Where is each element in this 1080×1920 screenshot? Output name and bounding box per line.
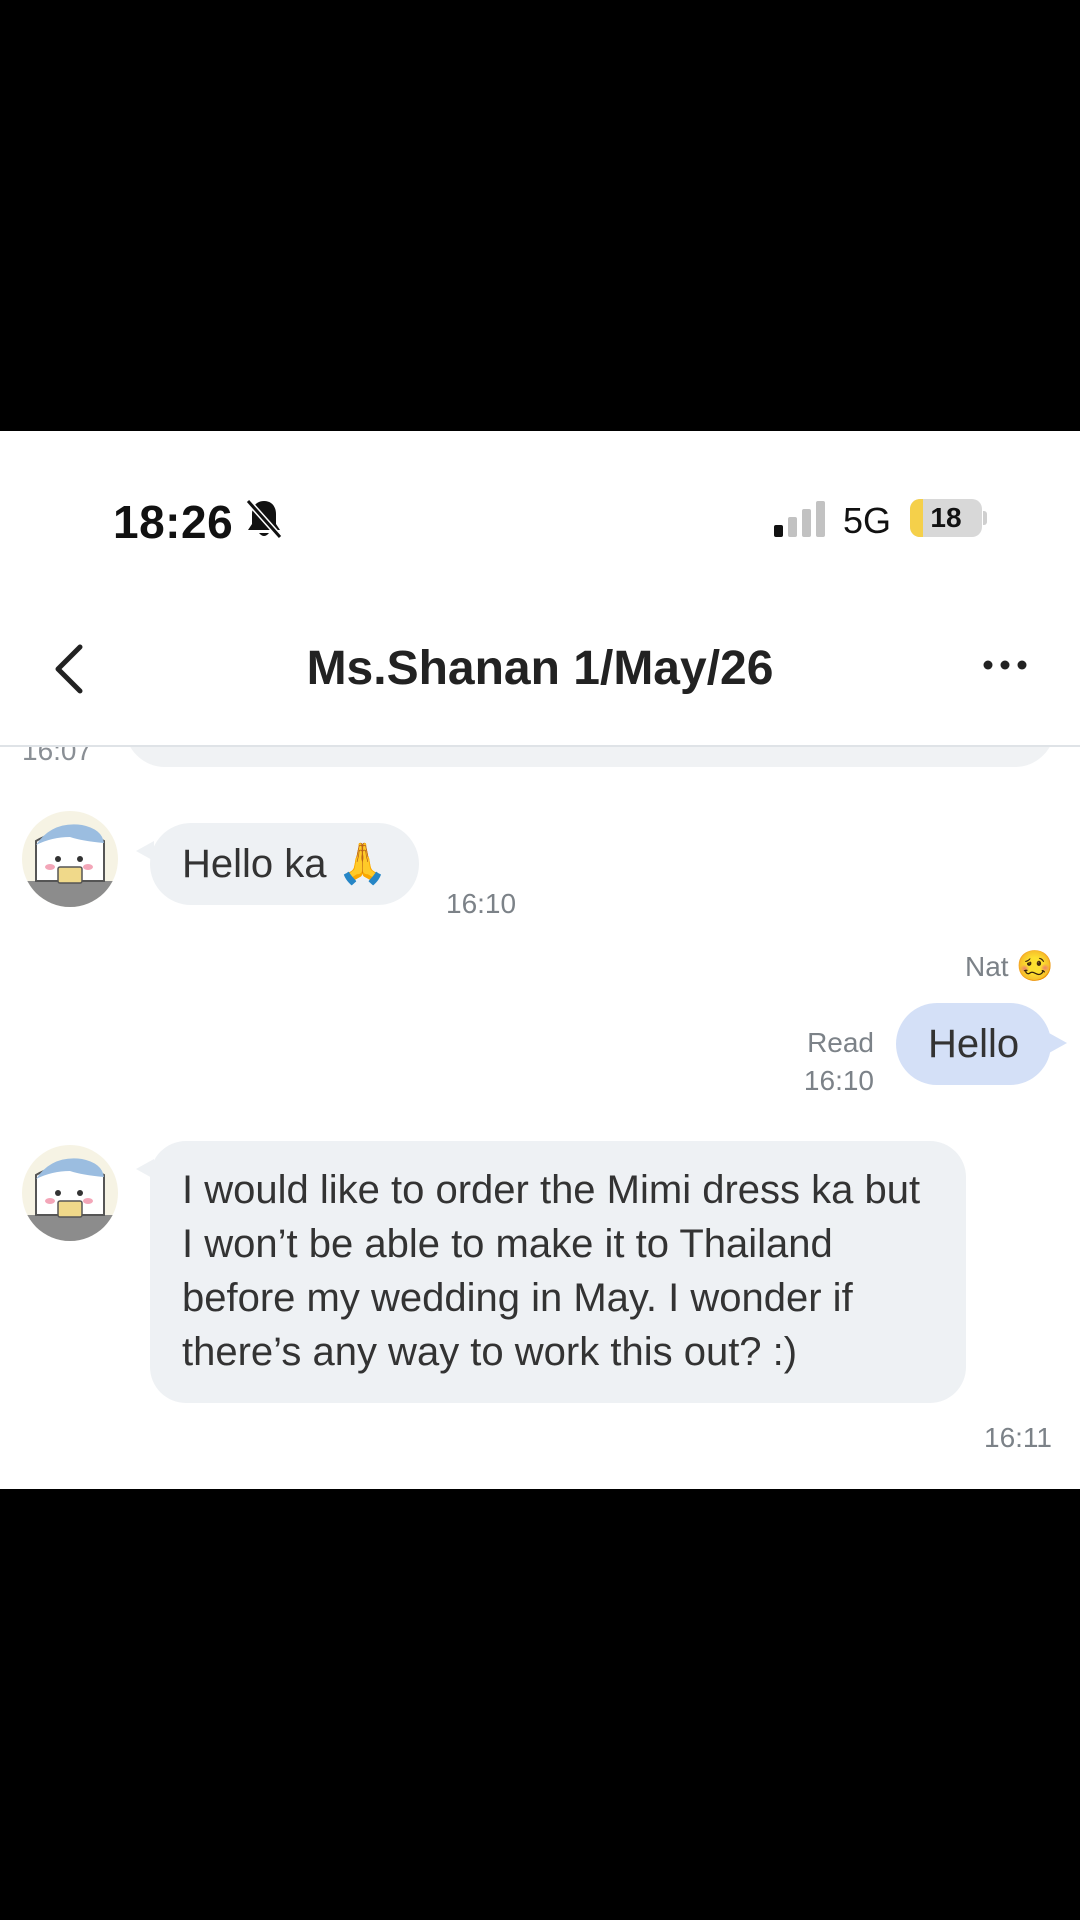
- chat-title: Ms.Shanan 1/May/26: [306, 642, 774, 695]
- previous-message-time: 16:07: [22, 747, 93, 766]
- bell-slash-icon: [245, 499, 283, 539]
- chevron-left-icon: [55, 644, 83, 694]
- status-time: 18:26: [113, 496, 234, 548]
- more-horizontal-icon: [983, 660, 1027, 670]
- network-label: 5G: [843, 500, 892, 541]
- avatar[interactable]: [22, 811, 118, 907]
- battery-tip: [983, 511, 987, 525]
- message-time: 16:11: [984, 1422, 1052, 1453]
- message-time: 16:10: [803, 1065, 874, 1096]
- message-text: Hello ka 🙏: [182, 842, 388, 886]
- message-bubble[interactable]: Hello ka 🙏: [135, 823, 420, 905]
- sender-name: Nat: [965, 951, 1009, 982]
- message-time: 16:10: [446, 888, 517, 919]
- back-button[interactable]: [40, 633, 100, 703]
- battery-level: 18: [930, 502, 962, 533]
- sender-emoji: 🥴: [1016, 950, 1054, 983]
- message-text: Hello: [928, 1022, 1020, 1066]
- signal-icon: [774, 501, 825, 537]
- chat-messages[interactable]: 16:07 Hello ka 🙏 16:10 Nat 🥴 Read 16:10 …: [0, 747, 1080, 1489]
- read-status: Read: [807, 1027, 874, 1058]
- more-button[interactable]: [970, 635, 1040, 695]
- message-text: I would like to order the Mimi dress ka …: [182, 1168, 921, 1374]
- avatar[interactable]: [22, 1145, 118, 1241]
- status-bar: 18:26 5G 18: [0, 431, 1080, 601]
- avatar-illustration: [22, 824, 118, 907]
- previous-message-bubble[interactable]: [125, 747, 1055, 767]
- battery-icon: 18: [910, 499, 982, 537]
- avatar-illustration: [22, 1158, 118, 1241]
- message-bubble-outgoing[interactable]: Hello: [896, 1003, 1068, 1085]
- chat-header: Ms.Shanan 1/May/26: [0, 601, 1080, 747]
- screenshot-frame: 18:26 5G 18 Ms.Shanan 1/May/26 16:07 Hel…: [0, 431, 1080, 1489]
- message-bubble[interactable]: I would like to order the Mimi dress ka …: [136, 1141, 966, 1403]
